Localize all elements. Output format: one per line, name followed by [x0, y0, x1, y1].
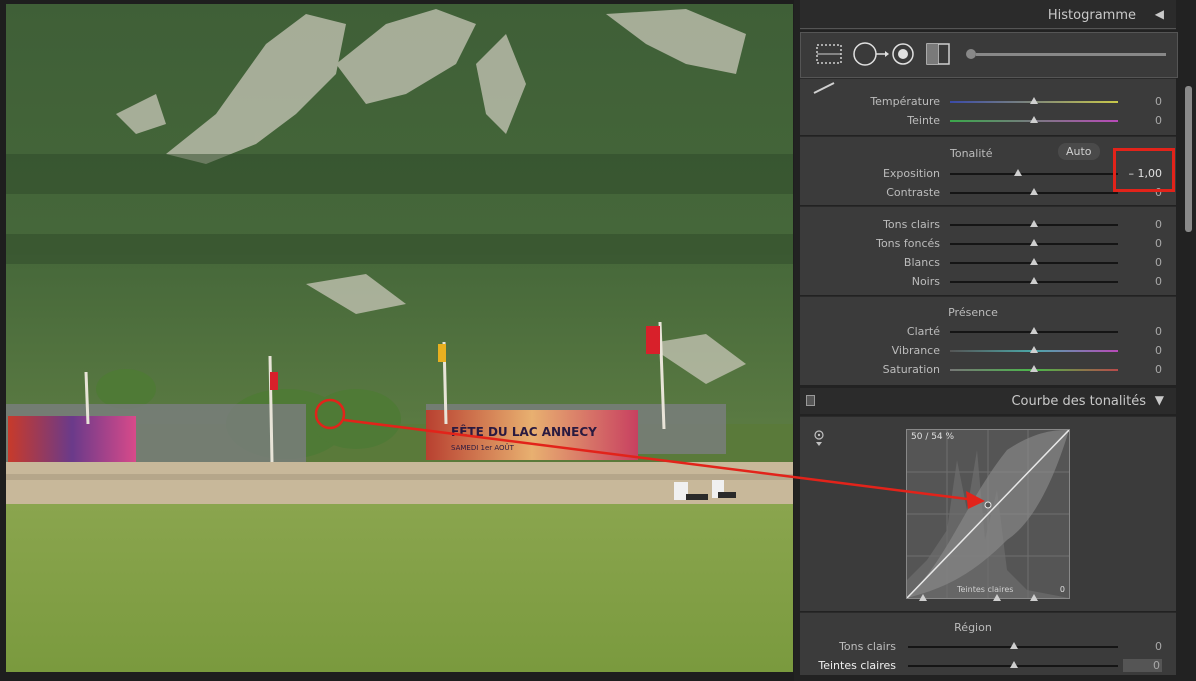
expand-arrow-icon[interactable]: ▼	[1155, 393, 1164, 407]
slider-label: Teinte	[907, 114, 940, 127]
banner-text: FÊTE DU LAC ANNECY	[451, 424, 597, 439]
presence-title: Présence	[948, 306, 998, 319]
slider-thumb[interactable]	[1030, 346, 1038, 353]
slider-vibrance[interactable]: Vibrance 0	[800, 342, 1176, 360]
slider-thumb[interactable]	[1030, 239, 1038, 246]
split-handle-midtones[interactable]	[993, 594, 1001, 601]
region-title: Région	[954, 621, 992, 634]
slider-value[interactable]: 0	[1155, 640, 1162, 653]
crop-overlay-icon[interactable]	[816, 44, 842, 64]
auto-tone-button[interactable]: Auto	[1058, 143, 1100, 160]
panel-switch-icon[interactable]	[806, 395, 815, 406]
slider-tint[interactable]: Teinte 0	[800, 112, 1176, 130]
tool-strip	[800, 32, 1178, 78]
slider-thumb[interactable]	[1014, 169, 1022, 176]
slider-label: Saturation	[882, 363, 940, 376]
tone-curve-section: 50 / 54 % Teintes claires 0	[800, 416, 1176, 611]
curve-corner-value: 0	[1059, 585, 1065, 594]
presence-section: Présence Clarté 0 Vibrance 0 Saturation …	[800, 296, 1176, 385]
slider-thumb[interactable]	[1030, 97, 1038, 104]
histogram-header[interactable]: Histogramme ◀	[800, 0, 1176, 30]
slider-label: Tons clairs	[839, 640, 896, 653]
slider-saturation[interactable]: Saturation 0	[800, 361, 1176, 379]
slider-label: Teintes claires	[818, 659, 896, 672]
slider-value[interactable]: 0	[1155, 114, 1162, 127]
slider-thumb[interactable]	[1030, 258, 1038, 265]
graduated-filter-icon[interactable]	[926, 43, 950, 65]
slider-value[interactable]: 0	[1155, 363, 1162, 376]
slider-whites[interactable]: Blancs 0	[800, 254, 1176, 272]
slider-label: Vibrance	[891, 344, 940, 357]
slider-thumb[interactable]	[1030, 188, 1038, 195]
slider-thumb[interactable]	[1030, 365, 1038, 372]
slider-value[interactable]: 0	[1155, 218, 1162, 231]
slider-thumb[interactable]	[1030, 277, 1038, 284]
curve-region-label: Teintes claires	[957, 585, 1014, 594]
red-eye-icon[interactable]	[892, 43, 914, 65]
slider-value[interactable]: 0	[1155, 325, 1162, 338]
tone-sliders-section: Tons clairs 0 Tons foncés 0 Blancs 0 Noi…	[800, 206, 1176, 295]
region-section: Région Tons clairs 0 Teintes claires 0	[800, 612, 1176, 675]
split-handle-shadows[interactable]	[919, 594, 927, 601]
adjustment-brush-slider[interactable]	[966, 49, 1166, 59]
slider-value[interactable]: 0	[1155, 95, 1162, 108]
panel-scrollbar[interactable]	[1185, 86, 1192, 232]
white-balance-section: Température 0 Teinte 0	[800, 78, 1176, 135]
slider-temperature[interactable]: Température 0	[800, 93, 1176, 111]
slider-label: Clarté	[906, 325, 940, 338]
slider-region-lights[interactable]: Teintes claires 0	[800, 657, 1176, 675]
slider-thumb[interactable]	[1030, 116, 1038, 123]
tone-curve-graph[interactable]: 50 / 54 % Teintes claires 0	[906, 429, 1070, 599]
develop-panel: Histogramme ◀ Température 0 Teinte 0 Ton…	[794, 0, 1196, 681]
tone-curve-header[interactable]: Courbe des tonalités ▼	[800, 388, 1176, 414]
slider-value[interactable]: 0	[1155, 237, 1162, 250]
slider-region-highlights[interactable]: Tons clairs 0	[800, 638, 1176, 656]
slider-value[interactable]: 0	[1155, 344, 1162, 357]
slider-thumb[interactable]	[1030, 220, 1038, 227]
tone-title: Tonalité	[950, 147, 993, 160]
curve-readout: 50 / 54 %	[911, 432, 955, 442]
exposure-highlight-box	[1113, 148, 1175, 192]
slider-label: Température	[870, 95, 940, 108]
slider-label: Exposition	[882, 167, 940, 180]
photo-preview[interactable]: FÊTE DU LAC ANNECY SAMEDI 1er AOÛT	[6, 4, 793, 672]
slider-label: Tons clairs	[883, 218, 940, 231]
slider-label: Contraste	[886, 186, 940, 199]
tone-curve-title: Courbe des tonalités	[1011, 394, 1146, 409]
collapse-arrow-icon[interactable]: ◀	[1155, 7, 1164, 21]
target-adjust-icon[interactable]	[812, 427, 826, 447]
banner-subtext: SAMEDI 1er AOÛT	[451, 443, 515, 452]
slider-thumb[interactable]	[1010, 661, 1018, 668]
slider-highlights[interactable]: Tons clairs 0	[800, 216, 1176, 234]
slider-value[interactable]: 0	[1123, 659, 1162, 672]
slider-thumb[interactable]	[1030, 327, 1038, 334]
slider-shadows[interactable]: Tons foncés 0	[800, 235, 1176, 253]
histogram-title: Histogramme	[1047, 8, 1136, 23]
split-handle-highlights[interactable]	[1030, 594, 1038, 601]
slider-track[interactable]	[950, 173, 1118, 175]
slider-label: Noirs	[911, 275, 940, 288]
slider-thumb[interactable]	[1010, 642, 1018, 649]
curve-point[interactable]	[984, 501, 992, 509]
slider-blacks[interactable]: Noirs 0	[800, 273, 1176, 291]
spot-removal-icon[interactable]	[853, 42, 889, 66]
slider-value[interactable]: 0	[1155, 256, 1162, 269]
slider-label: Blancs	[903, 256, 940, 269]
slider-clarity[interactable]: Clarté 0	[800, 323, 1176, 341]
slider-label: Tons foncés	[876, 237, 940, 250]
slider-value[interactable]: 0	[1155, 275, 1162, 288]
